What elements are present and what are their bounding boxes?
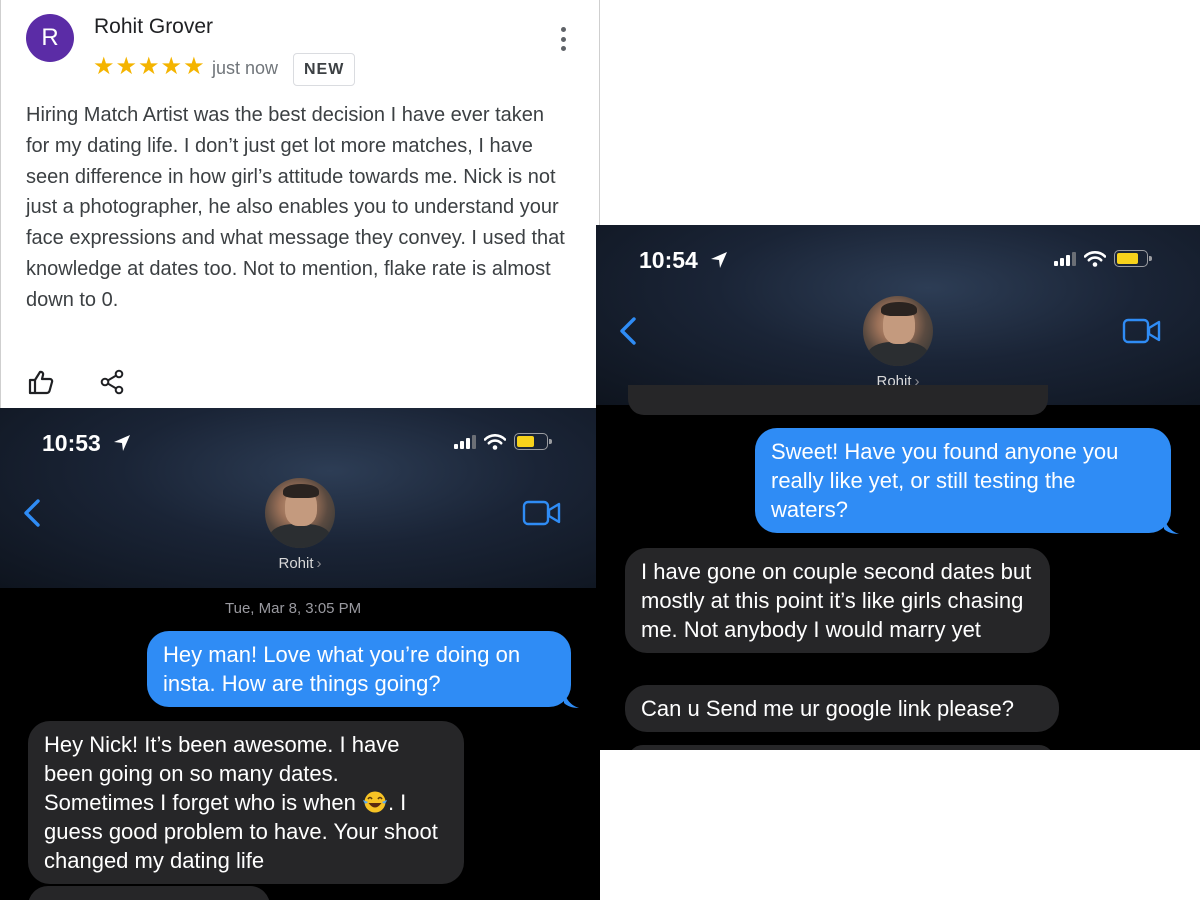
message-timestamp: Tue, Mar 8, 3:05 PM <box>225 600 362 617</box>
more-options-icon[interactable] <box>553 24 573 54</box>
bubble-tail <box>564 691 579 708</box>
incoming-message-partial[interactable] <box>28 886 270 900</box>
incoming-message-partial[interactable] <box>628 745 1054 750</box>
signal-icon <box>454 434 476 449</box>
screenshot-collage: R Rohit Grover ★★★★★ just now NEW Hiring… <box>0 0 1200 900</box>
imessage-screen-2: 10:54 Rohit › Sweet! Have you found anyo… <box>596 225 1200 750</box>
incoming-message[interactable]: Hey Nick! It’s been awesome. I have been… <box>28 721 464 884</box>
status-bar-time: 10:54 <box>639 247 698 273</box>
incoming-message[interactable]: I have gone on couple second dates but m… <box>625 548 1050 653</box>
contact-avatar[interactable] <box>265 478 335 548</box>
back-chevron-icon[interactable] <box>22 498 42 528</box>
incoming-message-partial[interactable] <box>628 385 1048 415</box>
incoming-message[interactable]: Can u Send me ur google link please? <box>625 685 1059 732</box>
google-review-card: R Rohit Grover ★★★★★ just now NEW Hiring… <box>0 0 600 408</box>
contact-name[interactable]: Rohit › <box>250 555 350 572</box>
thumbs-up-icon[interactable] <box>27 368 55 396</box>
bubble-tail <box>1164 517 1179 534</box>
battery-icon <box>1114 250 1152 267</box>
signal-icon <box>1054 251 1076 266</box>
status-icons <box>1054 250 1152 267</box>
video-call-icon[interactable] <box>522 499 562 527</box>
reviewer-avatar[interactable]: R <box>26 14 74 62</box>
outgoing-message[interactable]: Hey man! Love what you’re doing on insta… <box>147 631 571 707</box>
wifi-icon <box>484 433 506 450</box>
imessage-screen-1: 10:53 Rohit › Tue, Mar 8, 3:05 PM Hey ma… <box>0 408 600 900</box>
share-icon[interactable] <box>99 369 125 395</box>
status-bar-time: 10:53 <box>42 430 101 456</box>
video-call-icon[interactable] <box>1122 317 1162 345</box>
status-icons <box>454 433 552 450</box>
battery-icon <box>514 433 552 450</box>
location-arrow-icon <box>114 435 130 451</box>
location-arrow-icon <box>711 252 727 268</box>
review-text: Hiring Match Artist was the best decisio… <box>26 104 565 311</box>
back-chevron-icon[interactable] <box>618 316 638 346</box>
face-with-tears-of-joy-icon <box>362 791 387 813</box>
star-rating: ★★★★★ <box>93 53 206 80</box>
outgoing-message[interactable]: Sweet! Have you found anyone you really … <box>755 428 1171 533</box>
message-text: Hey Nick! It’s been awesome. I have been… <box>44 732 400 815</box>
contact-avatar[interactable] <box>863 296 933 366</box>
wifi-icon <box>1084 250 1106 267</box>
review-time: just now <box>212 58 279 78</box>
new-badge: NEW <box>293 53 356 86</box>
reviewer-name[interactable]: Rohit Grover <box>94 15 213 39</box>
contact-name-label: Rohit <box>278 555 314 572</box>
